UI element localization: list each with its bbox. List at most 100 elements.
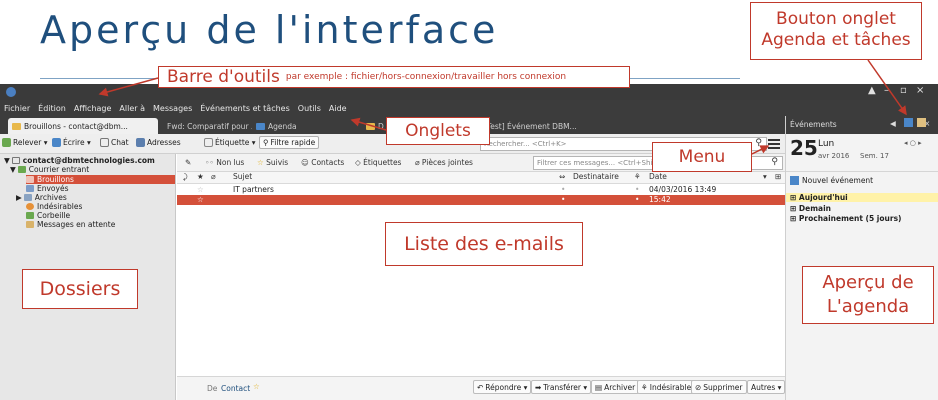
sort-arrow-icon[interactable]: ▾ <box>763 172 767 181</box>
tab-d-label: D <box>378 121 384 131</box>
archiver-button[interactable]: ▤ Archiver <box>591 380 640 394</box>
slide: Aperçu de l'interface Bouton onglet Agen… <box>0 0 938 400</box>
adresses-button[interactable]: Adresses <box>136 138 181 147</box>
junk-dot-icon[interactable]: • <box>635 195 639 204</box>
day-nav-icon[interactable]: ◂ ○ ▸ <box>904 139 922 147</box>
pin-icon[interactable]: ✎ <box>185 158 191 167</box>
new-event-button[interactable]: Nouvel événement <box>790 176 873 185</box>
drafts-icon <box>26 176 34 183</box>
junk-dot-icon[interactable]: • <box>635 185 639 194</box>
minimize-button[interactable]: – <box>884 85 889 96</box>
etiquette-button[interactable]: Étiquette ▾ <box>204 138 256 147</box>
menu-aide[interactable]: Aide <box>329 104 347 113</box>
ecrire-button[interactable]: Écrire ▾ <box>52 138 91 147</box>
column-picker-icon[interactable]: ⊞ <box>775 172 781 181</box>
folder-brouillons[interactable]: Brouillons <box>26 175 175 184</box>
menu-outils[interactable]: Outils <box>298 104 321 113</box>
menu-edition[interactable]: Édition <box>38 104 66 113</box>
menu-fichier[interactable]: Fichier <box>4 104 30 113</box>
minimize-up-icon[interactable]: ▲ <box>868 85 876 96</box>
close-button[interactable]: × <box>916 85 924 96</box>
agenda-section-prochainement[interactable]: ⊞ Prochainement (5 jours) <box>790 214 901 223</box>
filtre-rapide-button[interactable]: ⚲ Filtre rapide <box>259 136 320 149</box>
folder-courrier-entrant[interactable]: ▼ Courrier entrant <box>10 165 89 174</box>
repondre-button[interactable]: ↶ Répondre ▾ <box>473 380 532 394</box>
section-label: Demain <box>798 204 832 213</box>
tab-agenda[interactable]: Agenda <box>252 118 342 134</box>
folder-label: Courrier entrant <box>28 165 90 174</box>
agenda-section-demain[interactable]: ⊞ Demain <box>790 204 831 213</box>
contact-star-icon[interactable]: ☆ <box>253 382 260 391</box>
agenda-section-aujourdhui[interactable]: ⊞ Aujourd'hui <box>786 193 938 202</box>
filter-contacts[interactable]: ☺ Contacts <box>301 158 344 167</box>
outbox-icon <box>26 221 34 228</box>
filter-non-lus[interactable]: ◦◦ Non lus <box>205 158 244 167</box>
trash-icon <box>26 212 34 219</box>
relever-button[interactable]: Relever ▾ <box>2 138 47 147</box>
autres-button[interactable]: Autres ▾ <box>747 380 786 394</box>
tab-fwd-comparatif[interactable]: Fwd: Comparatif pour ... <box>160 118 252 134</box>
read-dot-icon[interactable]: • <box>561 185 565 194</box>
attachment-column-icon[interactable]: ⌀ <box>211 172 216 181</box>
folder-corbeille[interactable]: Corbeille <box>26 211 70 220</box>
archive-icon <box>23 194 32 201</box>
star-column-icon[interactable]: ★ <box>197 172 204 181</box>
expand-icon: ⊞ <box>790 204 797 213</box>
indesirable-label: Indésirable <box>649 382 692 392</box>
thread-column-icon[interactable]: ⤸ <box>183 172 188 182</box>
tag-icon: ◇ <box>355 158 361 167</box>
hamburger-menu-icon <box>768 143 780 145</box>
address-book-icon <box>136 138 145 147</box>
menu-evenements[interactable]: Événements et tâches <box>200 104 290 113</box>
callout-liste-emails: Liste des e-mails <box>385 222 583 266</box>
tasks-tab-button[interactable] <box>904 118 913 127</box>
folder-messages-en-attente[interactable]: Messages en attente <box>26 220 115 229</box>
adresses-label: Adresses <box>147 138 181 147</box>
callout-apercu-agenda: Aperçu de L'agenda <box>802 266 934 324</box>
filter-etiquettes[interactable]: ◇ Étiquettes <box>355 158 401 167</box>
callout-tabs: Onglets <box>386 117 490 145</box>
indesirable-button[interactable]: ⚘ Indésirable <box>637 380 696 394</box>
prev-icon[interactable]: ◀ <box>890 119 896 128</box>
account-item[interactable]: ▼ contact@dbmtechnologies.com <box>4 156 155 165</box>
agenda-header-label: Événements <box>790 120 837 129</box>
folder-archives[interactable]: ▶ Archives <box>16 193 67 202</box>
filtre-rapide-label: Filtre rapide <box>270 138 316 147</box>
table-row[interactable]: ☆ • • 15:42 <box>177 195 785 205</box>
callout-tasks-line1: Bouton onglet <box>776 9 896 29</box>
junk-icon: ⚘ <box>641 382 648 392</box>
menu-messages[interactable]: Messages <box>153 104 192 113</box>
autres-label: Autres <box>751 382 776 392</box>
reply-icon: ↶ <box>477 382 484 392</box>
chat-button[interactable]: Chat <box>100 138 129 147</box>
tab-test-evenement[interactable]: [Test] Événement DBM... <box>480 118 590 134</box>
message-date: 15:42 <box>649 195 671 204</box>
folder-indesirables[interactable]: Indésirables <box>26 202 82 211</box>
mail-icon <box>12 122 21 130</box>
junk-column-icon[interactable]: ⚘ <box>634 172 641 181</box>
slide-title: Aperçu de l'interface <box>40 8 499 52</box>
callout-agenda-line1: Aperçu de <box>822 272 914 293</box>
supprimer-button[interactable]: ⊘ Supprimer <box>691 380 747 394</box>
read-dot-icon[interactable]: • <box>561 195 565 204</box>
from-contact[interactable]: Contact <box>221 384 250 393</box>
filter-pieces-jointes[interactable]: ⌀ Pièces jointes <box>415 158 473 167</box>
star-icon[interactable]: ☆ <box>197 195 204 204</box>
filter-suivis[interactable]: ☆ Suivis <box>257 158 288 167</box>
table-row[interactable]: ☆ IT partners • • 04/03/2016 13:49 <box>177 185 785 195</box>
hamburger-menu-button[interactable] <box>768 139 780 149</box>
paperclip-icon: ⌀ <box>415 158 420 167</box>
star-icon[interactable]: ☆ <box>197 185 204 194</box>
maximize-button[interactable]: ▫ <box>900 85 907 96</box>
filter-suivis-label: Suivis <box>266 158 289 167</box>
column-date[interactable]: Date <box>649 172 667 181</box>
folder-envoyes[interactable]: Envoyés <box>26 184 68 193</box>
column-sujet[interactable]: Sujet <box>233 172 252 181</box>
transferer-button[interactable]: ➡ Transférer ▾ <box>531 380 592 394</box>
menu-aller-a[interactable]: Aller à <box>119 104 145 113</box>
tab-brouillons[interactable]: Brouillons - contact@dbm... <box>8 118 158 134</box>
column-destinataire[interactable]: Destinataire <box>573 172 619 181</box>
calendar-tab-button[interactable] <box>917 118 926 127</box>
read-column-icon[interactable]: ⇔ <box>559 172 565 181</box>
menu-affichage[interactable]: Affichage <box>74 104 112 113</box>
